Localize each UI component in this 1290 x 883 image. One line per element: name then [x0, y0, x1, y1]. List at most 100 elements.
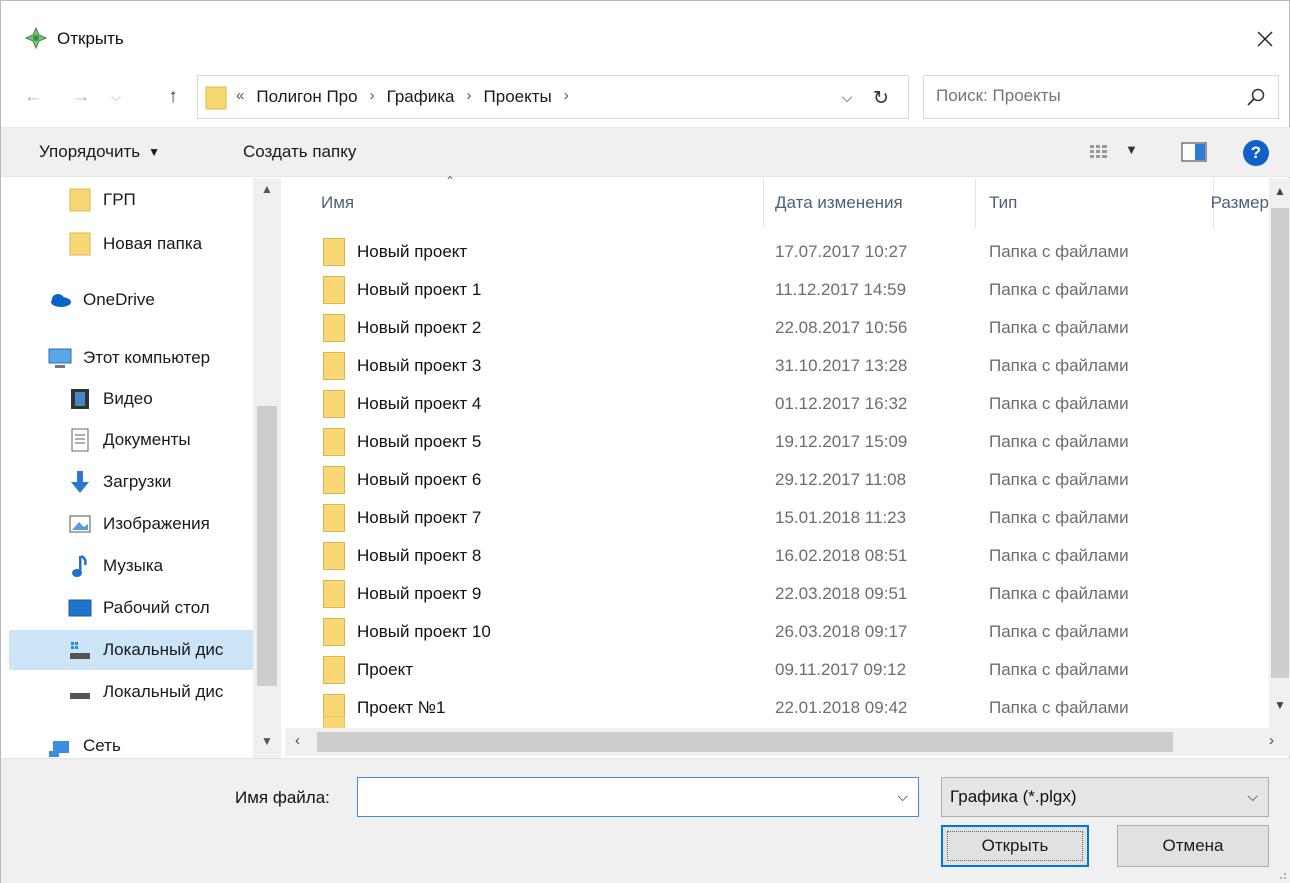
address-history-dropdown[interactable]: ⌵: [836, 86, 858, 108]
view-options-icon[interactable]: [1089, 142, 1109, 162]
title-bar: Открыть: [1, 1, 1290, 75]
sidebar-item-onedrive[interactable]: OneDrive: [1, 280, 253, 320]
column-divider[interactable]: [975, 178, 976, 228]
sidebar-item-documents[interactable]: Документы: [1, 420, 253, 460]
cancel-button[interactable]: Отмена: [1117, 825, 1269, 867]
organize-button[interactable]: Упорядочить ▼: [39, 142, 160, 162]
sidebar-item-label: Загрузки: [103, 472, 172, 491]
table-row[interactable]: Новый проект 5 19.12.2017 15:09 Папка с фа…: [285, 424, 1265, 460]
sidebar-item-video[interactable]: Видео: [1, 379, 253, 419]
resize-grip-icon[interactable]: [1277, 870, 1287, 880]
drive-icon: [70, 693, 90, 699]
column-header-name[interactable]: Имя ⌃: [321, 174, 761, 228]
up-button[interactable]: ↑: [155, 79, 191, 115]
file-name-cell: Новый проект 8: [357, 546, 482, 565]
desktop-icon: [68, 599, 92, 617]
table-row[interactable]: Новый проект 4 01.12.2017 16:32 Папка с фа…: [285, 386, 1265, 422]
column-divider[interactable]: [763, 178, 764, 228]
sidebar-item-desktop[interactable]: Рабочий стол: [1, 588, 253, 628]
column-header-type[interactable]: Тип: [989, 178, 1199, 228]
breadcrumb-item[interactable]: Проекты: [480, 87, 556, 107]
table-row[interactable]: Новый проект 9 22.03.2018 09:51 Папка с фа…: [285, 576, 1265, 612]
breadcrumb-separator-icon[interactable]: ›: [362, 87, 383, 107]
column-header-size[interactable]: Размер: [1197, 178, 1269, 228]
folder-icon: [323, 314, 345, 342]
scroll-down-icon[interactable]: ▼: [261, 734, 273, 748]
breadcrumb-separator-icon[interactable]: ›: [459, 87, 480, 107]
file-list-vertical-scrollbar-thumb[interactable]: [1271, 208, 1289, 678]
back-button[interactable]: ←: [15, 79, 51, 115]
file-date-cell: 19.12.2017 15:09: [775, 432, 908, 451]
folder-icon: [323, 656, 345, 684]
scroll-left-icon[interactable]: ‹: [295, 732, 300, 749]
view-options-caret-icon[interactable]: ▼: [1125, 142, 1138, 157]
sidebar-item-local-disk-c[interactable]: Локальный дис: [9, 630, 253, 670]
scroll-right-icon[interactable]: ›: [1269, 732, 1274, 749]
sidebar-item-pictures[interactable]: Изображения: [1, 504, 253, 544]
file-list-horizontal-scrollbar-thumb[interactable]: [317, 732, 1173, 752]
table-row[interactable]: Новый проект 10 26.03.2018 09:17 Папка с ф…: [285, 614, 1265, 650]
file-name-input[interactable]: [364, 786, 864, 806]
file-type-cell: Папка с файлами: [989, 356, 1129, 375]
breadcrumb-item[interactable]: Графика: [383, 87, 459, 107]
address-bar[interactable]: « Полигон Про › Графика › Проекты › ⌵ ↻: [197, 75, 909, 119]
sidebar-item-label: Локальный дис: [103, 640, 224, 659]
scroll-down-icon[interactable]: ▼: [1274, 698, 1286, 712]
file-type-filter[interactable]: Графика (*.plgx) ⌵: [941, 777, 1269, 817]
breadcrumb-item[interactable]: Полигон Про: [252, 87, 361, 107]
file-name-combobox[interactable]: ⌵: [357, 777, 919, 817]
close-button[interactable]: [1239, 17, 1290, 61]
table-row[interactable]: Новый проект 3 31.10.2017 13:28 Папка с фа…: [285, 348, 1265, 384]
new-folder-button[interactable]: Создать папку: [243, 142, 356, 162]
column-header-size-label: Размер: [1210, 193, 1269, 212]
table-row[interactable]: Новый проект 8 16.02.2018 08:51 Папка с фа…: [285, 538, 1265, 574]
open-button[interactable]: Открыть: [941, 825, 1089, 867]
file-type-cell: Папка с файлами: [989, 584, 1129, 603]
table-row[interactable]: Проект 09.11.2017 09:12 Папка с файлами: [285, 652, 1265, 688]
sidebar-item-music[interactable]: Музыка: [1, 546, 253, 586]
folder-icon: [323, 238, 345, 266]
table-row[interactable]: Новый проект 1 11.12.2017 14:59 Папка с фа…: [285, 272, 1265, 308]
table-row[interactable]: Новый проект 2 22.08.2017 10:56 Папка с фа…: [285, 310, 1265, 346]
file-list-horizontal-scrollbar[interactable]: ‹ ›: [285, 728, 1290, 756]
sidebar-scrollbar-thumb[interactable]: [257, 406, 277, 686]
file-date-cell: 16.02.2018 08:51: [775, 546, 908, 565]
preview-pane-icon[interactable]: [1181, 142, 1207, 162]
open-file-dialog: Открыть ← → ⌵ ↑ « Полигон Про › Графика …: [0, 0, 1290, 883]
table-row[interactable]: Новый проект 7 15.01.2018 11:23 Папка с фа…: [285, 500, 1265, 536]
chevron-down-icon: ⌵: [841, 88, 853, 105]
sidebar-item-new-folder[interactable]: Новая папка: [1, 224, 253, 264]
file-date-cell: 22.08.2017 10:56: [775, 318, 908, 337]
table-row[interactable]: Новый проект 17.07.2017 10:27 Папка с файл…: [285, 234, 1265, 270]
search-input[interactable]: [936, 86, 1216, 106]
chevron-down-icon[interactable]: ⌵: [897, 788, 908, 805]
caret-down-icon: ▼: [148, 145, 161, 159]
column-header-date[interactable]: Дата изменения: [775, 178, 975, 228]
scroll-up-icon[interactable]: ▲: [1274, 184, 1286, 198]
breadcrumb-separator-icon[interactable]: ›: [556, 87, 577, 107]
breadcrumb-overflow[interactable]: «: [236, 87, 252, 107]
organize-label: Упорядочить: [39, 142, 141, 161]
help-button[interactable]: ?: [1243, 140, 1269, 166]
folder-icon: [323, 390, 345, 418]
sidebar-item-network[interactable]: Сеть: [1, 726, 253, 758]
navigation-bar: ← → ⌵ ↑ « Полигон Про › Графика › Проект…: [1, 75, 1290, 119]
refresh-button[interactable]: ↻: [866, 84, 896, 112]
file-date-cell: 29.12.2017 11:08: [775, 470, 907, 489]
sidebar-item-this-pc[interactable]: Этот компьютер: [1, 338, 253, 378]
column-header-date-label: Дата изменения: [775, 193, 903, 212]
search-box[interactable]: [923, 75, 1279, 119]
file-date-cell: 31.10.2017 13:28: [775, 356, 908, 375]
sidebar-item-downloads[interactable]: Загрузки: [1, 462, 253, 502]
sidebar-item-grp[interactable]: ГРП: [1, 180, 253, 220]
forward-button[interactable]: →: [63, 79, 99, 115]
scroll-up-icon[interactable]: ▲: [261, 182, 273, 196]
sidebar-item-label: Документы: [103, 430, 191, 449]
arrow-left-icon: ←: [23, 86, 43, 107]
sidebar-item-local-disk-d[interactable]: Локальный дис: [1, 672, 253, 712]
table-row[interactable]: Новый проект 6 29.12.2017 11:08 Папка с фа…: [285, 462, 1265, 498]
sidebar-scrollbar[interactable]: ▲ ▼: [253, 178, 281, 758]
sidebar-item-label: Изображения: [103, 514, 210, 533]
file-list-vertical-scrollbar[interactable]: ▲ ▼: [1269, 178, 1290, 728]
recent-locations-button[interactable]: ⌵: [105, 79, 127, 115]
